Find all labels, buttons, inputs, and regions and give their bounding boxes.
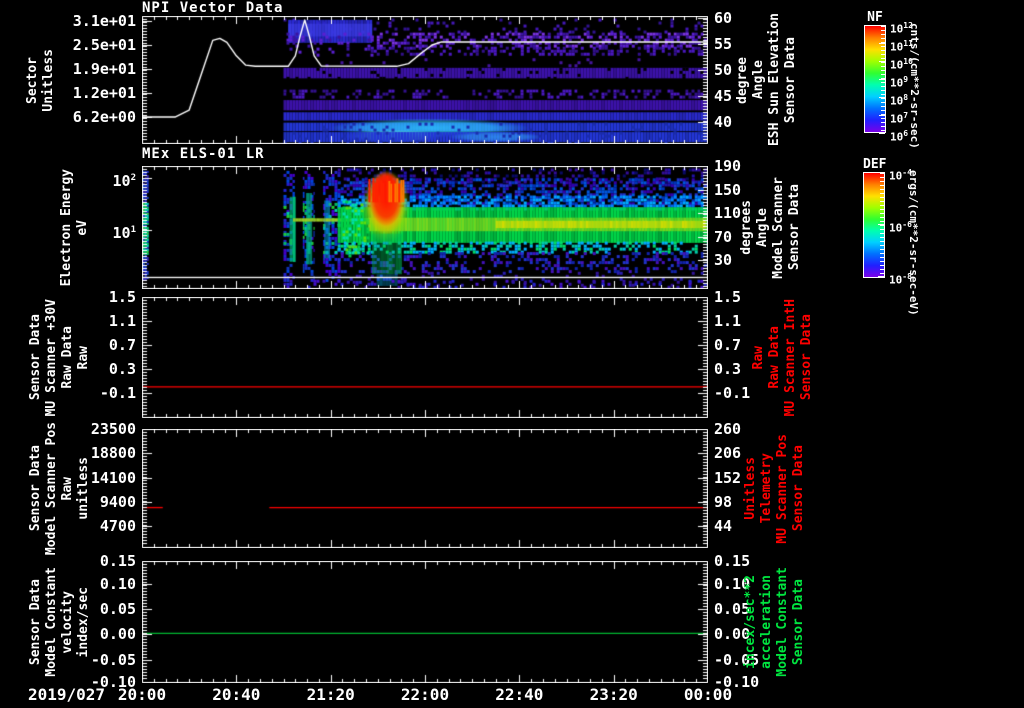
axis-label-line: MU Scanner +30V [44,298,59,417]
x-axis-tick-label: 20:40 [212,685,261,704]
panel4-canvas [142,429,708,548]
colorbar-NF-tick: 106 [890,129,909,144]
panel1-left-tick: 1.9e+01 [72,59,136,78]
x-axis-tick-label: 22:00 [400,685,450,704]
axis-label-line: index/sec [76,586,91,658]
panel1-left-tick: 1.2e+01 [72,84,136,103]
axis-label-line: Angle [751,60,766,100]
axis-label-line: Raw [76,345,91,370]
x-axis-tick-label: 23:20 [589,685,638,704]
axis-label-line: Raw Data [767,326,782,389]
colorbar-NF-tick: 109 [890,75,909,90]
colorbar-NF-unit: cnts/(cm**2-sr-sec) [908,23,921,149]
axis-label-line: Electron Energy [59,168,74,287]
axis-label-line: Sensor Data [791,578,806,666]
x-axis-tick-label: 20:00 [117,685,167,704]
axis-label-line: Unitless [41,48,56,112]
axis-label-line: Telemetry [759,453,774,524]
axis-label-line: Sensor Data [787,184,802,271]
panel1-left-tick: 6.2e+00 [72,107,136,126]
axis-label-line: Sensor Data [28,445,43,532]
axis-label-line: Raw [60,476,75,501]
colorbar-NF-label: NF [867,10,883,25]
colorbar-major-tick [879,114,885,116]
axis-label-line: Sensor Data [799,314,814,401]
panel2-canvas [142,166,708,289]
panel2-title: MEx ELS-01 LR [142,146,265,162]
axis-label-line: MU Scanner Pos [775,433,790,544]
panel5-right-axis-label: Sensor Data Model Constant acceleration inc… [743,561,806,683]
axis-label-line: Sensor Data [28,314,43,401]
colorbar-major-tick [879,133,885,134]
axis-label-line: unitless [76,457,91,520]
panel2-left-axis-label: Electron Energy eV [58,166,92,289]
panel1-left-tick: 3.1e+01 [72,11,136,30]
colorbar-NF-tick: 107 [890,110,909,126]
x-axis-date-label: 2019/027 [28,685,106,704]
exponent: 2 [130,173,136,184]
axis-label-line: Model Scanner [771,176,786,279]
panel1-left-axis-label: Sector Unitless [24,16,58,144]
axis-label-line: Sensor Data [791,445,806,532]
axis-label-line: MU Scanner IntH [783,298,798,417]
colorbar-major-tick [879,25,885,26]
axis-label-line: Angle [755,207,770,248]
x-axis-tick-label: 21:20 [306,685,355,704]
colorbar-major-tick [878,275,884,277]
axis-label-line: Model Scanner Pos [44,421,59,556]
axis-label-line: Sector [25,56,40,104]
axis-label-line: Sensor Data [783,36,798,124]
colorbar-major-tick [879,43,885,45]
exponent: 1 [130,224,136,235]
colorbar-DEF [863,172,885,278]
axis-label-line: Unitless [743,457,758,520]
axis-label-line: Raw Data [60,326,75,389]
colorbar-DEF-unit: ergs/(cm**2-sr-sec-eV) [907,170,920,316]
panel5-left-axis-label: Sensor Data Model Constant velocity index/s… [28,561,92,683]
axis-label-line: degree [735,56,750,104]
panel3-left-axis-label: Sensor Data MU Scanner +30V Raw Data Raw [28,297,92,418]
panel1-title: NPI Vector Data [142,0,284,16]
panel1-left-tick: 2.5e+01 [72,36,136,55]
x-axis-tick-label: 00:00 [683,685,733,704]
axis-label-line: ESH Sun Elevation [767,13,782,147]
axis-label-line: Sensor Data [28,578,43,666]
axis-label-line: Raw [751,345,766,370]
colorbar-major-tick [878,223,884,225]
colorbar-tick-comb [880,173,884,277]
colorbar-major-tick [879,97,885,99]
axis-label-line: Model Constant [44,567,59,677]
panel1-canvas [142,16,708,144]
panel4-left-axis-label: Sensor Data Model Scanner Pos Raw unitless [28,422,92,555]
axis-label-line: Model Constant [775,567,790,677]
colorbar-major-tick [878,172,884,173]
panel3-right-axis-label: Sensor Data MU Scanner IntH Raw Data Raw [751,297,814,418]
axis-label-line: degrees [739,200,754,255]
panel2-right-axis-label: Sensor Data Model Scanner Angle degrees [739,166,802,289]
panel4-right-axis-label: Sensor Data MU Scanner Pos Telemetry Unitle… [743,429,806,548]
colorbar-major-tick [879,79,885,80]
panel5-canvas [142,561,708,683]
colorbar-major-tick [879,60,885,62]
axis-label-line: eV [75,219,90,236]
panel3-canvas [142,297,708,418]
colorbar-NF-tick: 108 [890,93,909,108]
axis-label-line: acceleration [759,575,774,669]
axis-label-line: velocity [60,590,75,654]
colorbar-DEF-label: DEF [863,157,887,172]
tplot-figure: NPI Vector Data MEx ELS-01 LR 3.1e+01 2.5… [0,0,1024,708]
panel1-right-axis-label: Sensor Data ESH Sun Elevation Angle degree [735,13,798,147]
x-axis-tick-label: 22:40 [495,685,544,704]
axis-label-line: incex/sec**2 [743,575,758,669]
